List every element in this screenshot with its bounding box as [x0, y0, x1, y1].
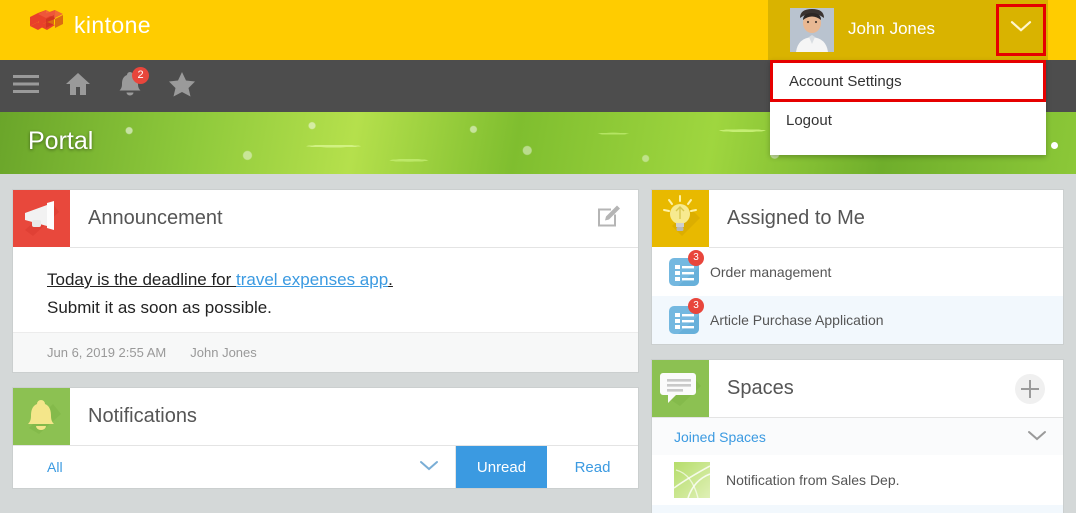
kintone-cube-logo-icon [30, 10, 64, 40]
edit-pencil-icon [596, 205, 620, 232]
right-column: Assigned to Me 3 Order management 3 Arti… [652, 190, 1063, 513]
portal-content: Announcement Today is the deadline for t… [0, 174, 1076, 513]
announcement-line-1-suffix: . [388, 270, 393, 289]
notifications-header: Notifications [13, 388, 638, 445]
speech-bubble-icon [652, 360, 709, 417]
announcement-header: Announcement [13, 190, 638, 247]
assigned-to-me-title: Assigned to Me [727, 207, 865, 229]
announcement-line-1: Today is the deadline for travel expense… [47, 270, 604, 290]
lightbulb-icon [652, 190, 709, 247]
assigned-to-me-header: Assigned to Me [652, 190, 1063, 247]
joined-spaces-group[interactable]: Joined Spaces [652, 417, 1063, 455]
nav-item-notifications[interactable]: 2 [104, 60, 156, 112]
announcement-body: Today is the deadline for travel expense… [13, 248, 638, 332]
space-thumbnail-green [674, 462, 710, 498]
bell-icon [13, 388, 70, 445]
assigned-item-order-management[interactable]: 3 Order management [652, 248, 1063, 296]
notifications-title: Notifications [88, 405, 197, 427]
user-name: John Jones [848, 19, 935, 38]
avatar[interactable] [790, 8, 834, 52]
spaces-card: Spaces Joined Spaces Notification from S… [652, 360, 1063, 513]
menu-item-logout[interactable]: Logout [770, 102, 1046, 139]
assigned-to-me-card: Assigned to Me 3 Order management 3 Arti… [652, 190, 1063, 344]
spaces-title: Spaces [727, 377, 794, 399]
page-title: Portal [28, 127, 94, 155]
spaces-header: Spaces [652, 360, 1063, 417]
home-icon [65, 72, 91, 101]
segment-read[interactable]: Read [547, 446, 638, 488]
user-menu-toggle[interactable] [996, 4, 1046, 56]
announcement-card: Announcement Today is the deadline for t… [13, 190, 638, 372]
announcement-footer: Jun 6, 2019 2:55 AM John Jones [13, 332, 638, 372]
chevron-down-icon [419, 458, 439, 476]
assigned-item-badge: 3 [688, 250, 704, 266]
plus-icon [1015, 373, 1045, 404]
app-header: kintone John Jones [0, 0, 1076, 60]
space-item-notification-from-sales-dep[interactable]: Notification from Sales Dep. [652, 455, 1063, 505]
notifications-filter-bar: All Unread Read [13, 445, 638, 488]
dropdown-padding [770, 139, 1046, 155]
logo-text: kintone [74, 11, 151, 38]
app-list-icon: 3 [668, 250, 704, 289]
travel-expenses-app-link[interactable]: travel expenses app [236, 270, 388, 289]
chevron-down-icon [1027, 428, 1047, 446]
nav-item-menu[interactable] [0, 60, 52, 112]
joined-spaces-label: Joined Spaces [674, 428, 766, 445]
left-column: Announcement Today is the deadline for t… [13, 190, 638, 504]
notifications-filter-dropdown[interactable]: All [13, 446, 456, 488]
user-dropdown-menu: Account Settings Logout [770, 60, 1046, 155]
nav-item-home[interactable] [52, 60, 104, 112]
announcement-edit-button[interactable] [596, 204, 620, 233]
hamburger-menu-icon [13, 74, 39, 99]
menu-item-account-settings[interactable]: Account Settings [770, 60, 1046, 102]
assigned-item-badge: 3 [688, 298, 704, 314]
assigned-item-article-purchase-application[interactable]: 3 Article Purchase Application [652, 296, 1063, 344]
header-right-filler [1048, 0, 1076, 60]
star-icon [168, 71, 196, 102]
megaphone-icon [13, 190, 70, 247]
logo[interactable]: kintone [30, 10, 151, 40]
nav-notification-badge: 2 [132, 67, 149, 84]
nav-left-group: 2 [0, 60, 208, 112]
user-zone: John Jones [768, 0, 1048, 60]
notifications-card: Notifications All Unread Read [13, 388, 638, 488]
add-space-button[interactable] [1015, 373, 1045, 404]
assigned-item-label: Article Purchase Application [710, 312, 884, 328]
announcement-line-1-prefix: Today is the deadline for [47, 270, 237, 289]
app-list-icon: 3 [668, 298, 704, 337]
announcement-author: John Jones [190, 345, 257, 360]
segment-unread[interactable]: Unread [456, 446, 547, 488]
notifications-filter-label: All [47, 459, 63, 475]
assigned-item-label: Order management [710, 264, 832, 280]
notifications-read-state-toggle: Unread Read [456, 446, 638, 488]
chevron-down-icon [1010, 19, 1032, 37]
space-list-strip [652, 505, 1063, 513]
space-item-label: Notification from Sales Dep. [726, 472, 900, 488]
kintone-portal-app: kintone John Jones 2 Portal Announcement… [0, 0, 1076, 513]
announcement-timestamp: Jun 6, 2019 2:55 AM [47, 345, 167, 360]
nav-item-favorites[interactable] [156, 60, 208, 112]
announcement-title: Announcement [88, 207, 223, 229]
announcement-line-2: Submit it as soon as possible. [47, 298, 272, 317]
